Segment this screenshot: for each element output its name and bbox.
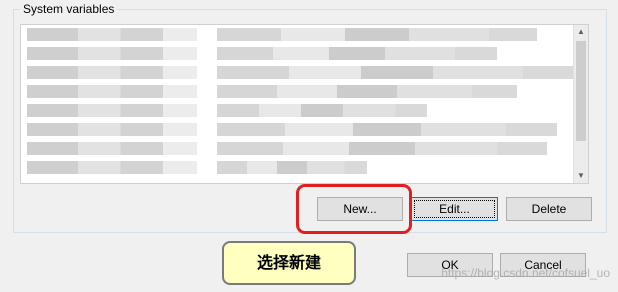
variable-value-cell <box>217 28 537 41</box>
variable-row[interactable] <box>21 139 574 158</box>
scrollbar-thumb[interactable] <box>576 41 586 141</box>
variable-name-cell <box>27 66 197 79</box>
variable-row[interactable] <box>21 82 574 101</box>
variable-value-cell <box>217 66 577 79</box>
variable-value-cell <box>217 104 427 117</box>
variable-row[interactable] <box>21 101 574 120</box>
scroll-up-icon[interactable]: ▲ <box>574 25 588 39</box>
system-variables-label: System variables <box>20 2 118 16</box>
variable-row[interactable] <box>21 25 574 44</box>
variable-name-cell <box>27 47 197 60</box>
system-variables-list[interactable]: ▲ ▼ <box>20 24 589 184</box>
variable-row[interactable] <box>21 44 574 63</box>
vertical-scrollbar[interactable]: ▲ ▼ <box>573 25 588 183</box>
variable-value-cell <box>217 123 557 136</box>
variable-name-cell <box>27 123 197 136</box>
variable-name-cell <box>27 142 197 155</box>
variable-name-cell <box>27 104 197 117</box>
variable-value-cell <box>217 47 497 60</box>
new-button-highlight <box>296 184 412 234</box>
delete-button[interactable]: Delete <box>506 197 592 221</box>
watermark: https://blog.csdn.net/cofsuel_uo <box>441 266 610 280</box>
variable-name-cell <box>27 161 197 174</box>
variable-value-cell <box>217 85 517 98</box>
instruction-callout: 选择新建 <box>222 241 356 285</box>
variable-name-cell <box>27 85 197 98</box>
variable-row[interactable] <box>21 158 574 177</box>
variable-row[interactable] <box>21 63 577 82</box>
variable-value-cell <box>217 142 547 155</box>
focus-ring <box>414 200 495 218</box>
variable-rows <box>21 25 577 183</box>
variable-row[interactable] <box>21 120 574 139</box>
variable-value-cell <box>217 161 367 174</box>
scroll-down-icon[interactable]: ▼ <box>574 169 588 183</box>
edit-button[interactable]: Edit... <box>411 197 498 221</box>
variable-name-cell <box>27 28 197 41</box>
